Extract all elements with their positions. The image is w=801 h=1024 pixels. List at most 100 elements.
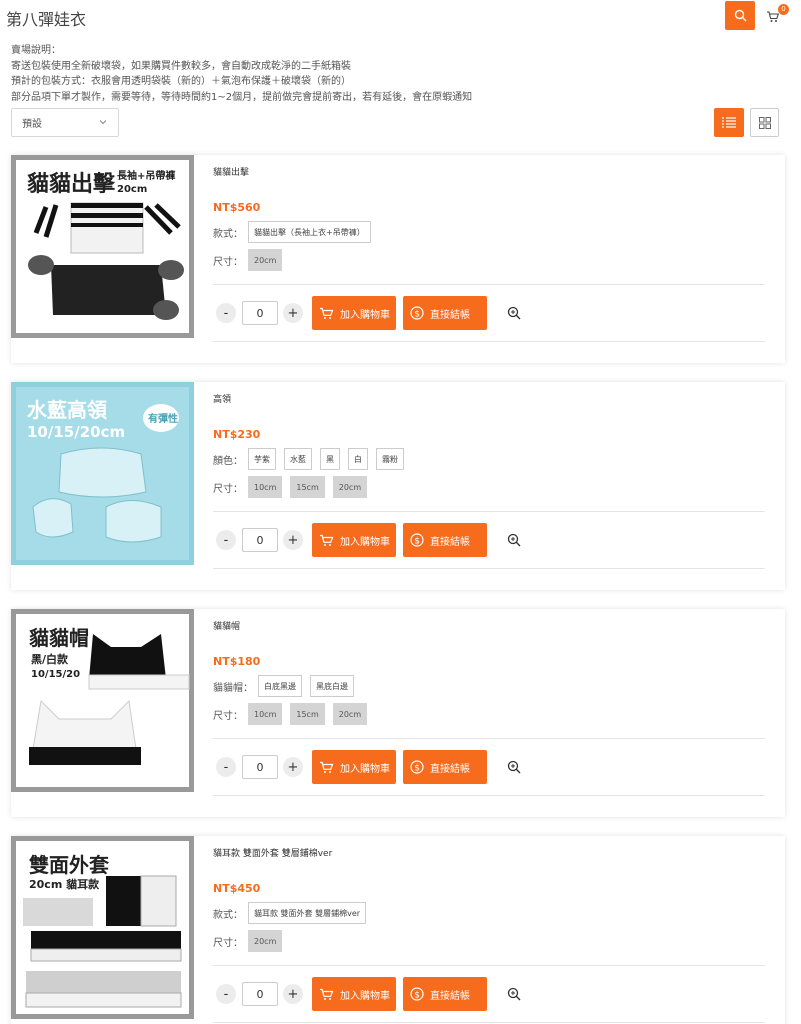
option-row: 尺寸： 20cm (213, 249, 290, 271)
add-to-cart-button[interactable]: 加入購物車 (312, 977, 396, 1011)
option-row: 款式： 貓貓出擊（長袖上衣+吊帶褲） (213, 221, 379, 243)
product-image[interactable]: 貓貓帽 黑/白款 10/15/20 (11, 609, 194, 792)
option-button[interactable]: 黑 (320, 448, 340, 470)
notice-line: 賣場說明： (11, 45, 61, 56)
zoom-in-icon[interactable] (507, 533, 521, 547)
checkout-button[interactable]: $ 直接結帳 (403, 523, 487, 557)
quantity-decrease-button[interactable]: - (216, 530, 236, 550)
checkout-label: 直接結帳 (430, 763, 470, 775)
quantity-decrease-button[interactable]: - (216, 757, 236, 777)
product-image[interactable]: 貓貓出擊 長袖+吊帶褲 20cm (11, 155, 194, 338)
banner-size: 20cm (117, 184, 147, 195)
product-price: NT$560 (213, 201, 261, 214)
add-to-cart-label: 加入購物車 (340, 990, 390, 1002)
quantity-input[interactable] (242, 301, 278, 325)
add-to-cart-button[interactable]: 加入購物車 (312, 296, 396, 330)
dollar-icon: $ (410, 533, 424, 547)
divider (213, 738, 765, 739)
option-button[interactable]: 10cm (248, 476, 283, 498)
sort-select[interactable]: 預設 (11, 108, 119, 137)
option-button[interactable]: 貓貓出擊（長袖上衣+吊帶褲） (248, 221, 371, 243)
quantity-input[interactable] (242, 528, 278, 552)
notice-line: 寄送包裝使用全新破壞袋，如果購買件數較多，會自動改成乾淨的二手紙箱裝 (11, 60, 351, 72)
banner-title: 貓貓出擊 (27, 171, 116, 197)
option-label: 顏色： (213, 455, 243, 467)
notice-line: 預計的包裝方式：衣服會用透明袋裝（新的）＋氣泡布保護＋破壞袋（新的） (11, 76, 351, 87)
cart-count-badge: 0 (778, 4, 789, 15)
option-label: 尺寸： (213, 710, 243, 722)
cart-icon (320, 307, 334, 319)
product-image[interactable]: 水藍高領 10/15/20cm 有彈性 (11, 382, 194, 565)
option-row: 貓貓帽： 白底黑邊 黑底白邊 (213, 675, 362, 697)
list-view-icon (722, 117, 736, 128)
product-card: 貓貓出擊 長袖+吊帶褲 20cm 貓貓出擊 NT$560 款式： 貓貓出擊（長袖上衣+… (11, 155, 785, 363)
zoom-in-icon[interactable] (507, 306, 521, 320)
dollar-icon: $ (410, 760, 424, 774)
add-to-cart-label: 加入購物車 (340, 763, 390, 775)
quantity-increase-button[interactable]: + (283, 303, 303, 323)
svg-text:$: $ (414, 763, 420, 773)
header: 第八彈娃衣 0 (0, 0, 801, 34)
option-button[interactable]: 霧粉 (376, 448, 404, 470)
checkout-button[interactable]: $ 直接結帳 (403, 977, 487, 1011)
checkout-label: 直接結帳 (430, 309, 470, 321)
quantity-increase-button[interactable]: + (283, 530, 303, 550)
svg-text:$: $ (414, 309, 420, 319)
svg-text:$: $ (414, 990, 420, 1000)
banner-size: 10/15/20 (31, 669, 80, 680)
banner-size: 10/15/20cm (27, 423, 125, 441)
list-view-button[interactable] (714, 108, 744, 137)
product-image[interactable]: 雙面外套 20cm 貓耳款 (11, 836, 194, 1019)
product-name[interactable]: 貓貓帽 (213, 619, 240, 632)
option-button[interactable]: 黑底白邊 (310, 675, 354, 697)
option-row: 尺寸： 10cm 15cm 20cm (213, 476, 375, 498)
product-name[interactable]: 高領 (213, 392, 231, 405)
option-button[interactable]: 15cm (290, 476, 325, 498)
option-button[interactable]: 水藍 (284, 448, 312, 470)
quantity-input[interactable] (242, 982, 278, 1006)
option-label: 款式： (213, 228, 243, 240)
checkout-button[interactable]: $ 直接結帳 (403, 296, 487, 330)
divider (213, 795, 765, 796)
add-to-cart-button[interactable]: 加入購物車 (312, 750, 396, 784)
cart-icon (320, 988, 334, 1000)
option-row: 款式： 貓耳款 雙面外套 雙層鋪棉ver (213, 902, 374, 924)
checkout-label: 直接結帳 (430, 536, 470, 548)
quantity-decrease-button[interactable]: - (216, 984, 236, 1004)
product-name[interactable]: 貓貓出擊 (213, 165, 249, 178)
quantity-input[interactable] (242, 755, 278, 779)
banner-title: 水藍高領 (27, 398, 108, 422)
divider (213, 341, 765, 342)
option-row: 尺寸： 20cm (213, 930, 290, 952)
grid-view-button[interactable] (750, 108, 779, 137)
add-to-cart-button[interactable]: 加入購物車 (312, 523, 396, 557)
product-name[interactable]: 貓耳款 雙面外套 雙層鋪棉ver (213, 846, 332, 859)
sort-value: 預設 (22, 119, 42, 130)
option-button[interactable]: 白 (348, 448, 368, 470)
checkout-label: 直接結帳 (430, 990, 470, 1002)
option-row: 尺寸： 10cm 15cm 20cm (213, 703, 375, 725)
option-button[interactable]: 20cm (332, 476, 368, 498)
option-button[interactable]: 20cm (332, 703, 368, 725)
quantity-increase-button[interactable]: + (283, 757, 303, 777)
option-button[interactable]: 10cm (248, 703, 283, 725)
search-button[interactable] (725, 1, 755, 30)
banner-subtitle: 20cm 貓耳款 (29, 877, 100, 891)
zoom-in-icon[interactable] (507, 987, 521, 1001)
chevron-down-icon (99, 120, 107, 125)
checkout-button[interactable]: $ 直接結帳 (403, 750, 487, 784)
cart-button[interactable]: 0 (766, 4, 789, 26)
option-button[interactable]: 白底黑邊 (258, 675, 302, 697)
option-button[interactable]: 貓耳款 雙面外套 雙層鋪棉ver (248, 902, 367, 924)
option-button[interactable]: 芋紫 (248, 448, 276, 470)
option-button[interactable]: 20cm (248, 249, 283, 271)
option-button[interactable]: 15cm (290, 703, 325, 725)
option-button[interactable]: 20cm (248, 930, 283, 952)
banner-title: 雙面外套 (29, 853, 109, 877)
quantity-decrease-button[interactable]: - (216, 303, 236, 323)
zoom-in-icon[interactable] (507, 760, 521, 774)
option-label: 尺寸： (213, 483, 243, 495)
svg-text:$: $ (414, 536, 420, 546)
quantity-increase-button[interactable]: + (283, 984, 303, 1004)
divider (213, 284, 765, 285)
